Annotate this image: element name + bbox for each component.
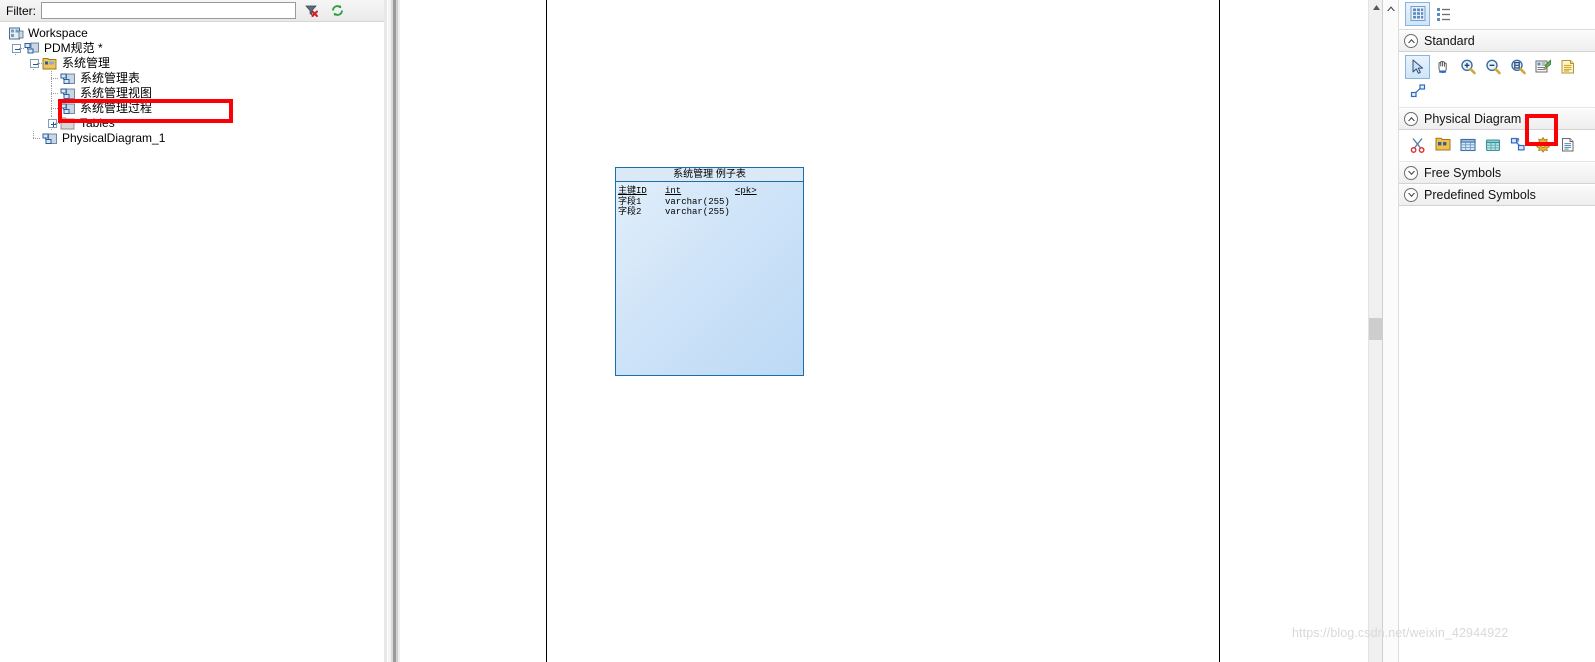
object-browser-panel: Filter: Workspace PDM规范 * 系统管理 系统管理表 系统管…: [0, 0, 384, 662]
tree-node-workspace[interactable]: Workspace: [0, 26, 384, 41]
palette-vertical-scrollbar[interactable]: [1383, 0, 1399, 662]
table-column-row: 字段1 varchar(255): [618, 197, 803, 208]
gear-procedure-icon[interactable]: [1530, 133, 1555, 157]
diagram-icon: [60, 102, 76, 116]
tree-node-folder-tables[interactable]: Tables: [0, 116, 384, 131]
palette-section-standard-tools: [1399, 52, 1595, 108]
tree-node-label: Workspace: [28, 26, 88, 40]
tool-palette-panel: Standard Physical Diagram Free Symbols P…: [1382, 0, 1595, 662]
tree-node-label: 系统管理视图: [80, 86, 153, 100]
page-boundary-right: [1219, 0, 1220, 662]
chevron-up-icon: [1404, 34, 1418, 48]
zoom-page-icon[interactable]: [1505, 55, 1530, 79]
properties-icon[interactable]: [1530, 55, 1555, 79]
diagram-icon: [60, 72, 76, 86]
tree-toggle-wrap: [26, 56, 43, 71]
table-column-list: 主键ID int <pk> 字段1 varchar(255) 字段2 varch…: [616, 182, 803, 218]
column-name: 字段1: [618, 196, 642, 207]
canvas-scroll-thumb[interactable]: [1369, 318, 1383, 340]
column-type: varchar(255): [665, 207, 730, 217]
filter-toolbar: Filter:: [0, 0, 384, 22]
palette-section-title: Predefined Symbols: [1424, 188, 1536, 202]
column-key: <pk>: [735, 186, 757, 196]
tree-node-diagram-procedures[interactable]: 系统管理过程: [0, 101, 384, 116]
tree-line: [44, 86, 60, 101]
link-icon[interactable]: [1405, 79, 1430, 103]
view-table-icon[interactable]: [1480, 133, 1505, 157]
model-icon: [24, 42, 40, 56]
tree-node-physicaldiagram-1[interactable]: PhysicalDiagram_1: [0, 131, 384, 146]
grid-view-icon[interactable]: [1405, 2, 1430, 26]
column-type: int: [665, 186, 682, 196]
tree-node-label: 系统管理过程: [80, 101, 153, 115]
chevron-down-icon: [1404, 188, 1418, 202]
scissors-icon[interactable]: [1405, 133, 1430, 157]
palette-view-toolbar: [1399, 0, 1595, 30]
list-view-icon[interactable]: [1431, 2, 1456, 26]
reference-link-icon[interactable]: [1505, 133, 1530, 157]
package-icon: [42, 57, 58, 71]
pdm-application-window: Filter: Workspace PDM规范 * 系统管理 系统管理表 系统管…: [0, 0, 1595, 662]
tree-node-label: 系统管理: [62, 56, 111, 70]
table-column-row: 字段2 varchar(255): [618, 207, 803, 218]
workspace-icon: [8, 27, 24, 41]
palette-section-physical-diagram-header[interactable]: Physical Diagram: [1399, 108, 1595, 130]
palette-section-title: Free Symbols: [1424, 166, 1502, 180]
model-tree[interactable]: Workspace PDM规范 * 系统管理 系统管理表 系统管理视图 系统管理…: [0, 22, 384, 662]
zoom-in-tool[interactable]: [1455, 55, 1480, 79]
tree-node-label: PhysicalDiagram_1: [62, 131, 166, 145]
palette-section-title: Physical Diagram: [1424, 112, 1522, 126]
tree-line: [44, 101, 60, 116]
table-symbol[interactable]: 系统管理 例子表 主键ID int <pk> 字段1 varchar(255) …: [615, 167, 804, 376]
caret-up-icon[interactable]: [1369, 0, 1383, 15]
column-type: varchar(255): [665, 196, 730, 207]
package-icon[interactable]: [1430, 133, 1455, 157]
panel-splitter-area: [384, 0, 546, 662]
tree-node-label: 系统管理表: [80, 71, 141, 85]
table-symbol-header: 系统管理 例子表: [616, 168, 803, 182]
palette-section-predefined-symbols-header[interactable]: Predefined Symbols: [1399, 184, 1595, 206]
tree-node-label: PDM规范 *: [44, 41, 103, 55]
refresh-icon[interactable]: [326, 1, 348, 21]
table-icon[interactable]: [1455, 133, 1480, 157]
chevron-down-icon: [1404, 166, 1418, 180]
pointer-tool[interactable]: [1405, 55, 1430, 79]
tree-toggle-wrap: [8, 41, 25, 56]
tree-line: [44, 71, 60, 86]
filter-label: Filter:: [6, 3, 36, 18]
tree-node-diagram-tables[interactable]: 系统管理表: [0, 71, 384, 86]
palette-section-standard-header[interactable]: Standard: [1399, 30, 1595, 52]
tree-line: [26, 131, 42, 146]
palette-section-physical-diagram-tools: [1399, 130, 1595, 162]
column-name: 字段2: [618, 207, 642, 217]
tree-node-package-sysadmin[interactable]: 系统管理: [0, 56, 384, 71]
diagram-canvas[interactable]: 系统管理 例子表 主键ID int <pk> 字段1 varchar(255) …: [546, 0, 1220, 662]
left-panel-scroll-track[interactable]: [384, 0, 387, 662]
filter-clear-icon[interactable]: [300, 1, 322, 21]
chevron-up-icon: [1404, 112, 1418, 126]
page-boundary-left: [546, 0, 547, 662]
canvas-vertical-scrollbar[interactable]: [1368, 0, 1383, 662]
zoom-out-tool[interactable]: [1480, 55, 1505, 79]
tree-node-label: Tables: [80, 116, 115, 130]
diagram-icon: [60, 87, 76, 101]
palette-section-free-symbols-header[interactable]: Free Symbols: [1399, 162, 1595, 184]
table-column-row: 主键ID int <pk>: [618, 186, 803, 197]
splitter-groove-4: [398, 0, 400, 662]
table-title: 系统管理 例子表: [673, 168, 746, 180]
column-name: 主键ID: [618, 186, 647, 196]
tree-node-diagram-views[interactable]: 系统管理视图: [0, 86, 384, 101]
palette-section-title: Standard: [1424, 34, 1475, 48]
tree-node-pdm-model[interactable]: PDM规范 *: [0, 41, 384, 56]
pan-tool[interactable]: [1430, 55, 1455, 79]
tree-toggle-wrap: [44, 116, 61, 131]
note-icon[interactable]: [1555, 55, 1580, 79]
filter-input[interactable]: [41, 2, 296, 19]
palette-content: Standard Physical Diagram Free Symbols P…: [1399, 0, 1595, 662]
file-icon[interactable]: [1555, 133, 1580, 157]
caret-up-icon[interactable]: [1383, 0, 1399, 16]
folder-icon: [60, 117, 76, 131]
diagram-icon: [42, 132, 58, 146]
